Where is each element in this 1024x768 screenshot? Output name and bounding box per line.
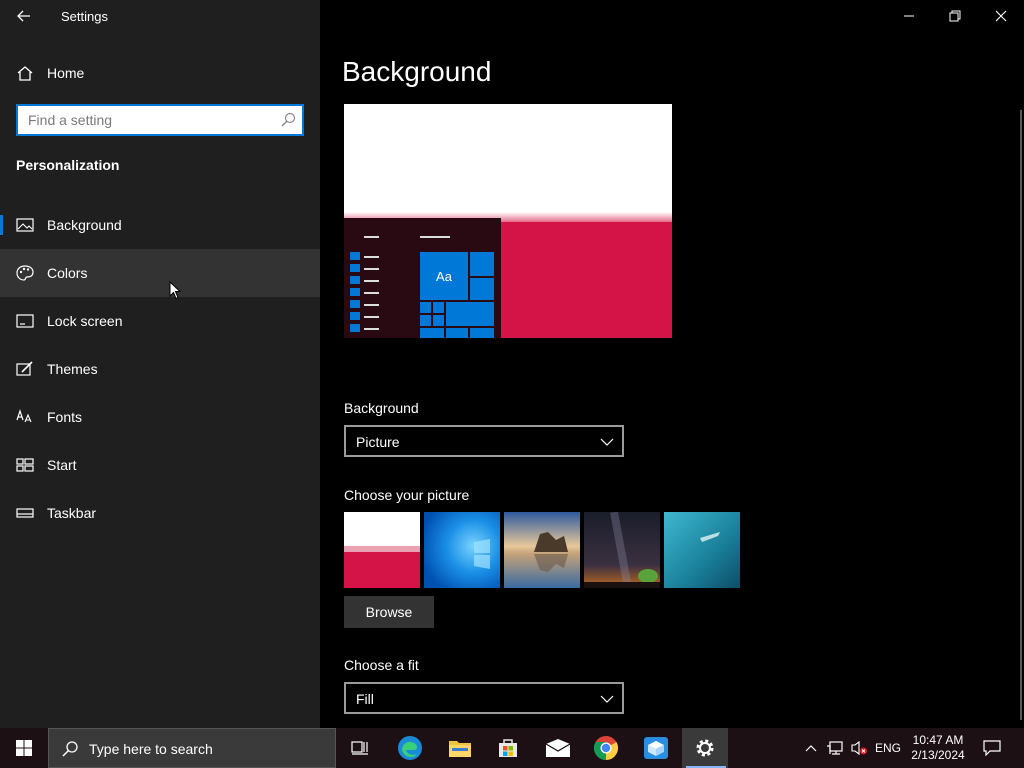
search-icon (62, 741, 78, 757)
folder-icon (449, 741, 471, 757)
search-input[interactable] (18, 106, 276, 134)
store-icon (499, 739, 517, 757)
task-view-icon (351, 741, 368, 755)
sidebar: Settings Home Personalization Background… (0, 0, 320, 728)
clock[interactable]: 10:47 AM 2/13/2024 (906, 728, 970, 768)
browse-button[interactable]: Browse (344, 596, 434, 628)
choose-picture-label: Choose your picture (344, 487, 470, 503)
sidebar-item-label: Background (47, 217, 122, 233)
background-dropdown[interactable]: Picture (344, 425, 624, 457)
package-icon (644, 737, 668, 759)
close-icon (995, 10, 1007, 22)
gear-icon (696, 739, 714, 757)
chrome-app-button[interactable] (582, 728, 630, 768)
home-nav-item[interactable]: Home (0, 56, 320, 90)
picture-thumbnail-2[interactable] (424, 512, 500, 588)
taskbar-icon (16, 508, 34, 518)
lock-screen-icon (16, 314, 34, 328)
main-content: Background Aa Background Picture Choose … (320, 0, 1024, 728)
back-arrow-icon (17, 10, 30, 22)
sidebar-item-fonts[interactable]: Fonts (0, 393, 320, 441)
fit-dropdown[interactable]: Fill (344, 682, 624, 714)
volume-button[interactable] (848, 728, 870, 768)
preview-tile-text: Aa (436, 268, 452, 284)
picture-thumbnail-5[interactable] (664, 512, 740, 588)
chrome-icon (593, 736, 619, 760)
show-hidden-icons-button[interactable] (800, 728, 822, 768)
palette-icon (16, 265, 34, 281)
sidebar-item-lock-screen[interactable]: Lock screen (0, 297, 320, 345)
chevron-down-icon (600, 695, 614, 703)
store-app-button[interactable] (484, 728, 532, 768)
app-title: Settings (61, 9, 108, 24)
settings-app-button[interactable] (682, 728, 728, 768)
restore-icon (949, 10, 961, 22)
sidebar-item-label: Taskbar (47, 505, 97, 521)
sidebar-item-themes[interactable]: Themes (0, 345, 320, 393)
picture-thumbnail-3[interactable] (504, 512, 580, 588)
background-label: Background (344, 400, 419, 416)
mouse-cursor-icon (169, 281, 181, 300)
edge-app-button[interactable] (386, 728, 434, 768)
taskbar: Type here to search ENG 10:47 AM 2/13/20… (0, 728, 1024, 768)
scrollbar[interactable] (1020, 110, 1022, 720)
fit-dropdown-value: Fill (356, 691, 374, 707)
back-button[interactable] (10, 4, 38, 28)
picture-thumbnail-1[interactable] (344, 512, 420, 588)
settings-search-box[interactable] (16, 104, 304, 136)
task-view-button[interactable] (336, 728, 384, 768)
start-icon (16, 458, 34, 472)
chevron-up-icon (805, 745, 817, 752)
sidebar-item-colors[interactable]: Colors (0, 249, 320, 297)
mail-icon (545, 739, 571, 757)
chevron-down-icon (600, 438, 614, 446)
picture-thumbnail-4[interactable] (584, 512, 660, 588)
clock-date: 2/13/2024 (911, 748, 965, 762)
section-title: Personalization (16, 157, 120, 173)
start-button[interactable] (0, 728, 48, 768)
home-label: Home (47, 65, 85, 81)
file-explorer-button[interactable] (436, 728, 484, 768)
minimize-button[interactable] (886, 0, 932, 32)
box-app-button[interactable] (632, 728, 680, 768)
taskbar-search-box[interactable]: Type here to search (48, 728, 336, 768)
sidebar-item-label: Themes (47, 361, 98, 377)
brush-icon (16, 361, 33, 376)
font-icon (16, 409, 32, 423)
sidebar-item-start[interactable]: Start (0, 441, 320, 489)
network-icon (827, 741, 843, 755)
close-button[interactable] (978, 0, 1024, 32)
home-icon (17, 66, 33, 81)
clock-time: 10:47 AM (912, 733, 964, 747)
search-icon[interactable] (280, 112, 296, 128)
sidebar-item-taskbar[interactable]: Taskbar (0, 489, 320, 537)
minimize-icon (904, 15, 914, 17)
notification-icon (983, 740, 1001, 756)
taskbar-search-placeholder: Type here to search (89, 741, 213, 757)
page-title: Background (342, 56, 492, 87)
tiles-preview: Aa (420, 252, 494, 338)
action-center-button[interactable] (976, 728, 1008, 768)
windows-logo-icon (16, 740, 32, 756)
desktop-preview: Aa (344, 104, 672, 338)
sidebar-item-label: Start (47, 457, 77, 473)
choose-fit-label: Choose a fit (344, 657, 419, 673)
volume-muted-icon (851, 740, 867, 756)
restore-button[interactable] (932, 0, 978, 32)
background-dropdown-value: Picture (356, 434, 400, 450)
sidebar-item-label: Lock screen (47, 313, 123, 329)
picture-icon (16, 218, 34, 232)
edge-icon (398, 736, 422, 760)
mail-app-button[interactable] (534, 728, 582, 768)
sidebar-item-label: Colors (47, 265, 88, 281)
network-button[interactable] (824, 728, 846, 768)
sidebar-item-background[interactable]: Background (0, 201, 320, 249)
sidebar-item-label: Fonts (47, 409, 83, 425)
language-indicator[interactable]: ENG (873, 741, 903, 755)
selection-indicator (0, 215, 3, 235)
